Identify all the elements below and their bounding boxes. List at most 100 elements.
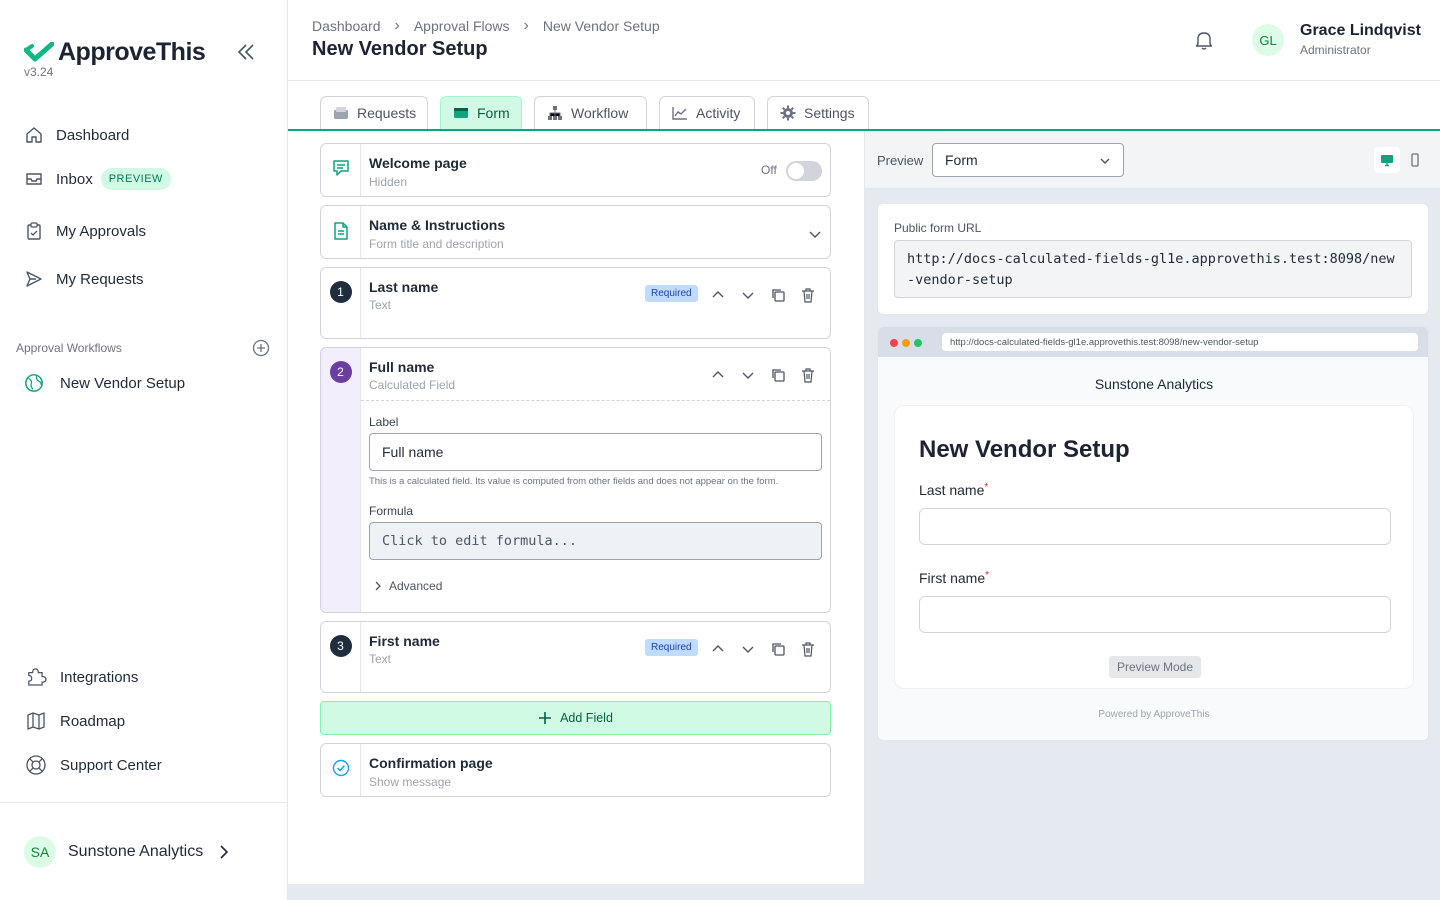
formula-editor[interactable]: Click to edit formula... (369, 522, 822, 560)
page-title: New Vendor Setup (312, 38, 488, 60)
nav-label: Integrations (60, 668, 139, 686)
org-name: Sunstone Analytics (68, 843, 204, 860)
tab-activity[interactable]: Activity (659, 96, 755, 129)
preview-mode-button: Preview Mode (1109, 656, 1202, 678)
chevron-right-icon (375, 581, 381, 591)
nav-support-center[interactable]: Support Center (24, 755, 162, 775)
nav-label: Inbox (56, 170, 93, 188)
preview-badge: PREVIEW (100, 168, 171, 190)
card-subtitle: Text (369, 298, 392, 312)
send-icon (24, 269, 44, 289)
home-icon (24, 125, 44, 145)
breadcrumb-dashboard[interactable]: Dashboard (312, 18, 381, 34)
chevron-down-icon[interactable] (740, 367, 756, 383)
preview-last-name-input[interactable] (919, 508, 1391, 545)
chevron-right-icon: › (394, 17, 400, 34)
public-url-field[interactable]: http://docs-calculated-fields-gl1e.appro… (894, 240, 1412, 298)
trash-icon[interactable] (800, 287, 816, 303)
card-title: First name (369, 633, 440, 649)
globe-icon (24, 373, 44, 393)
nav-integrations[interactable]: Integrations (24, 667, 138, 687)
toggle-knob (788, 163, 804, 179)
workflow-item-new-vendor-setup[interactable]: New Vendor Setup (24, 373, 185, 393)
field-card-last-name[interactable]: 1 Last name Text Required (320, 267, 831, 339)
add-workflow-icon[interactable] (252, 339, 270, 357)
sidebar: ApproveThis v3.24 Dashboard Inbox PREVIE… (0, 0, 288, 900)
preview-field-label-text: First name (919, 570, 986, 586)
field-card-full-name[interactable]: 2 Full name Calculated Field Label Full … (320, 347, 831, 613)
preview-org-title: Sunstone Analytics (1094, 376, 1214, 392)
gear-icon (780, 105, 796, 121)
welcome-page-toggle[interactable] (786, 161, 822, 181)
preview-first-name-input[interactable] (919, 596, 1391, 633)
card-subtitle: Calculated Field (369, 378, 456, 392)
preview-field-label: Last name* (919, 482, 988, 498)
chevron-down-icon[interactable] (740, 287, 756, 303)
chevron-down-icon[interactable] (807, 226, 823, 242)
nav-inbox[interactable]: Inbox PREVIEW (24, 168, 171, 190)
powered-by: Powered by ApproveThis (1098, 709, 1210, 720)
field-card-first-name[interactable]: 3 First name Text Required (320, 621, 831, 693)
advanced-toggle[interactable]: Advanced (373, 579, 442, 593)
nav-dashboard[interactable]: Dashboard (24, 125, 129, 145)
preview-form-card: New Vendor Setup Last name* First name* … (894, 405, 1414, 689)
inbox-icon (24, 169, 44, 189)
required-badge: Required (645, 285, 698, 302)
tab-requests[interactable]: Requests (320, 96, 428, 129)
add-field-button[interactable]: Add Field (320, 701, 831, 735)
nav-my-approvals[interactable]: My Approvals (24, 221, 146, 241)
copy-icon[interactable] (770, 287, 786, 303)
nav-label: My Approvals (56, 222, 147, 240)
nav-roadmap[interactable]: Roadmap (24, 711, 125, 731)
brand[interactable]: ApproveThis (24, 38, 206, 67)
tab-form[interactable]: Form (440, 96, 522, 129)
breadcrumb: Dashboard › Approval Flows › New Vendor … (312, 17, 660, 35)
trash-icon[interactable] (800, 641, 816, 657)
mobile-view-button[interactable] (1402, 147, 1428, 173)
field-number: 3 (329, 635, 352, 657)
confirmation-page-card[interactable]: Confirmation page Show message (320, 743, 831, 797)
collapse-sidebar-icon[interactable] (236, 42, 256, 62)
public-url-card: Public form URL http://docs-calculated-f… (877, 203, 1429, 315)
advanced-label: Advanced (389, 579, 443, 593)
card-lead: 3 (321, 622, 361, 692)
tray-icon (333, 105, 349, 121)
plus-icon (539, 712, 552, 724)
tab-settings[interactable]: Settings (767, 96, 869, 129)
preview-mode-select[interactable]: Form (932, 143, 1124, 177)
phone-icon (1411, 153, 1419, 167)
field-number: 2 (329, 361, 352, 383)
browser-url: http://docs-calculated-fields-gl1e.appro… (942, 333, 1418, 351)
label-input[interactable]: Full name (369, 433, 822, 471)
copy-icon[interactable] (770, 367, 786, 383)
preview-panel: Preview Form Public form URL http://docs… (864, 131, 1440, 884)
tab-label: Workflow (571, 105, 629, 121)
tab-label: Activity (696, 105, 741, 121)
nav-my-requests[interactable]: My Requests (24, 269, 144, 289)
check-circle-icon (332, 759, 349, 777)
nav-label: Support Center (60, 756, 162, 774)
copy-icon[interactable] (770, 641, 786, 657)
form-builder: Welcome page Hidden Off Name & Instructi… (288, 131, 864, 884)
tab-workflow[interactable]: Workflow (534, 96, 647, 129)
instructions-card[interactable]: Name & Instructions Form title and descr… (320, 205, 831, 259)
chevron-up-icon[interactable] (710, 287, 726, 303)
browser-preview: http://docs-calculated-fields-gl1e.appro… (877, 326, 1429, 741)
chevron-down-icon[interactable] (740, 641, 756, 657)
trash-icon[interactable] (800, 367, 816, 383)
message-icon (332, 160, 349, 176)
org-switcher[interactable]: SA Sunstone Analytics (24, 836, 231, 868)
card-lead (321, 744, 361, 796)
required-badge: Required (645, 639, 698, 656)
breadcrumb-approval-flows[interactable]: Approval Flows (414, 18, 510, 34)
app-version: v3.24 (24, 65, 54, 79)
welcome-page-card[interactable]: Welcome page Hidden Off (320, 143, 831, 197)
desktop-view-button[interactable] (1374, 147, 1400, 173)
chevron-up-icon[interactable] (710, 367, 726, 383)
bell-icon[interactable] (1193, 29, 1215, 51)
user-avatar[interactable]: GL (1252, 24, 1284, 56)
chevron-up-icon[interactable] (710, 641, 726, 657)
workflows-section-label: Approval Workflows (16, 341, 122, 355)
chart-icon (672, 105, 688, 121)
field-number: 1 (329, 281, 352, 303)
